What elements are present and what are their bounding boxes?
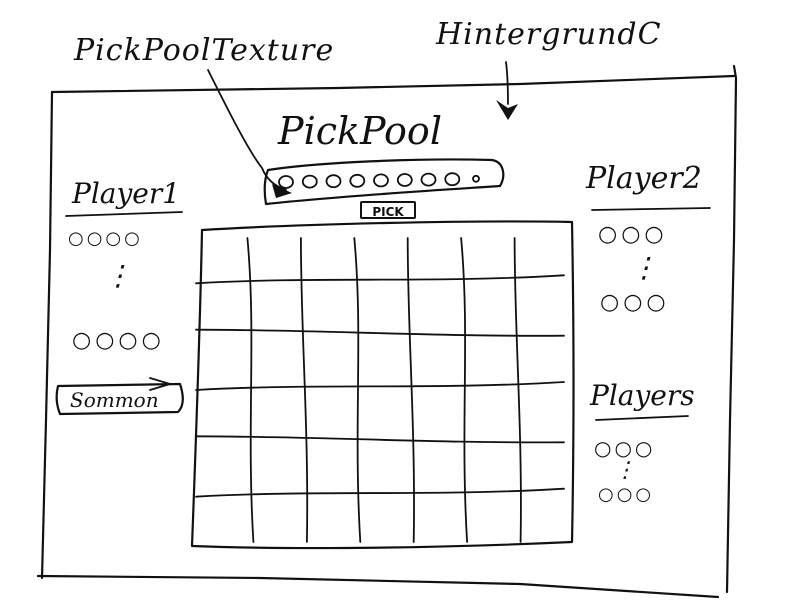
players-underline	[595, 415, 689, 421]
player1-cards-bottom: ○○○○	[72, 328, 165, 353]
grid-column-line	[513, 237, 522, 543]
player2-cards-top: ○○○	[598, 222, 668, 247]
background-annotation: HintergrundC	[436, 17, 662, 52]
summon-button-label[interactable]: Sommon	[70, 390, 159, 410]
grid-column-line	[406, 237, 415, 543]
player1-underline	[65, 211, 183, 217]
grid-column-line	[300, 237, 309, 543]
player2-ellipsis: ⋮	[630, 251, 658, 284]
player1-ellipsis: ⋮	[104, 259, 132, 292]
pool-slot[interactable]	[444, 172, 461, 187]
board-grid[interactable]	[190, 220, 575, 550]
grid-lines	[195, 237, 565, 543]
down-arrow-icon	[505, 61, 509, 105]
player2-name: Player2	[586, 161, 702, 196]
player1-name: Player1	[72, 177, 181, 210]
player3-cards-top: ○○○	[594, 436, 656, 460]
player2-cards-bottom: ○○○	[600, 290, 670, 315]
pick-pool-texture-annotation: PickPoolTexture	[74, 33, 335, 68]
player3-ellipsis: ⋮	[614, 458, 636, 483]
down-arrowhead-icon	[496, 100, 518, 120]
pick-pool-slots	[278, 172, 480, 189]
player2-underline	[591, 207, 711, 211]
sketch-canvas	[36, 61, 738, 599]
grid-column-line	[353, 237, 362, 543]
pool-slot[interactable]	[472, 174, 480, 183]
pool-slot[interactable]	[349, 173, 366, 188]
pool-slot[interactable]	[325, 174, 342, 189]
player3-cards-bottom: ○○○	[598, 484, 655, 505]
pool-slot[interactable]	[278, 175, 294, 189]
grid-column-line	[460, 237, 468, 543]
player1-cards-top: ○○○○	[68, 228, 143, 249]
grid-row-line	[195, 274, 565, 285]
pool-slot[interactable]	[420, 172, 437, 187]
grid-column-line	[246, 237, 255, 543]
pick-button[interactable]: PICK	[360, 201, 416, 219]
pick-pool-box	[263, 158, 505, 206]
player3-name: Players	[590, 379, 695, 412]
pool-slot[interactable]	[301, 174, 318, 189]
pool-slot[interactable]	[396, 173, 413, 187]
pick-pool-title: PickPool	[278, 109, 442, 153]
pool-slot[interactable]	[373, 173, 389, 188]
